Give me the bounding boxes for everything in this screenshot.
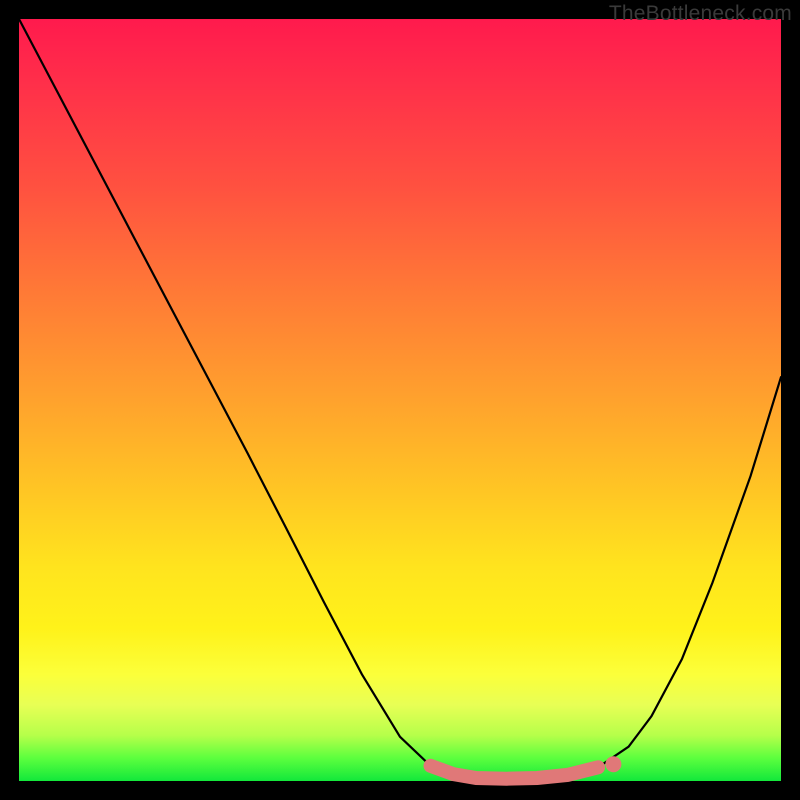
bottleneck-curve	[0, 0, 800, 800]
curve-marker-dot	[605, 756, 621, 772]
curve-line	[19, 19, 781, 779]
curve-valley-highlight	[431, 766, 599, 779]
chart-frame: TheBottleneck.com	[0, 0, 800, 800]
